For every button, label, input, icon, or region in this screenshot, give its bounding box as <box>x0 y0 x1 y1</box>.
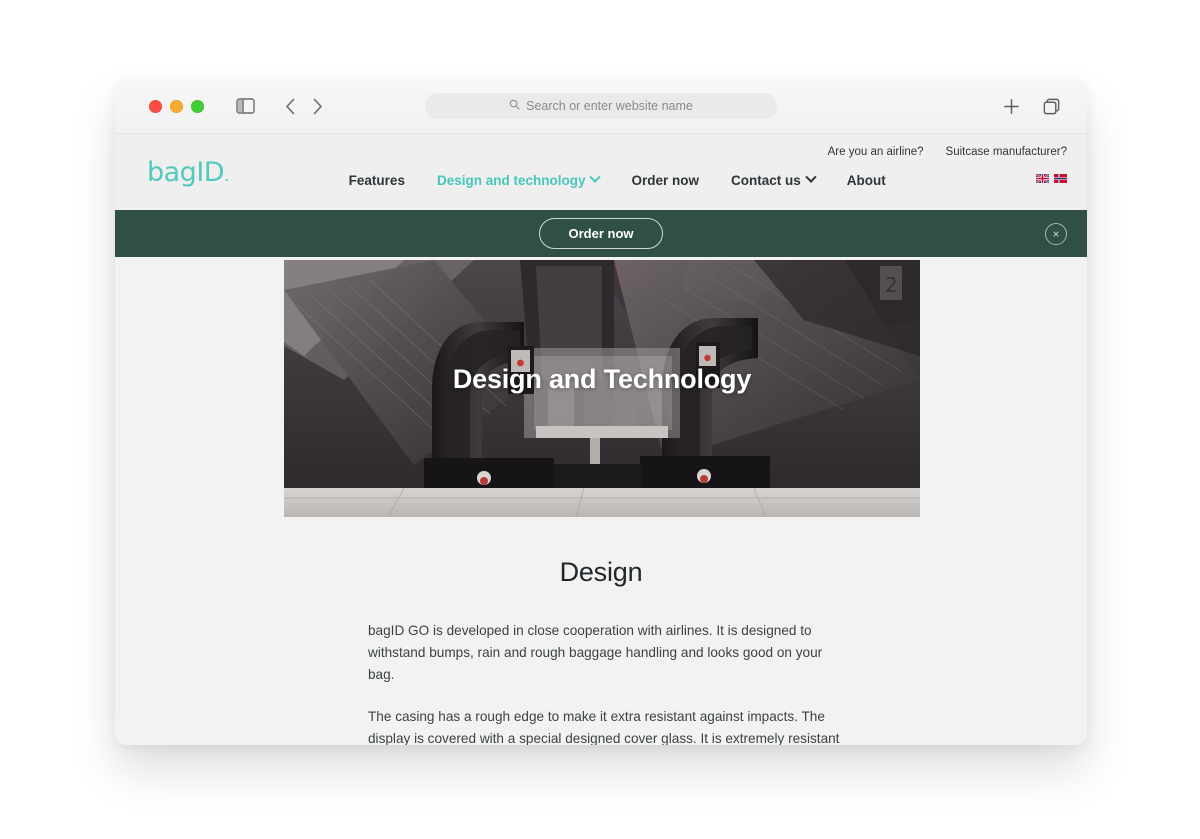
nav-item-features[interactable]: Features <box>349 173 405 188</box>
nav-item-design-and-technology[interactable]: Design and technology <box>436 171 602 188</box>
tabs-icon[interactable] <box>1042 97 1061 116</box>
maximize-window-button[interactable] <box>191 99 204 113</box>
nav-label: Order now <box>631 172 699 188</box>
order-now-button[interactable]: Order now <box>539 218 663 249</box>
site-logo[interactable]: bagID. <box>147 157 229 188</box>
nav-label: Design and technology <box>436 172 586 188</box>
sidebar-toggle-icon[interactable] <box>236 98 255 114</box>
utility-links: Are you an airline? Suitcase manufacture… <box>828 146 1067 158</box>
chevron-down-icon <box>589 171 602 183</box>
back-icon[interactable] <box>285 98 296 115</box>
forward-icon[interactable] <box>312 98 323 115</box>
header-utility-area: Are you an airline? Suitcase manufacture… <box>828 146 1067 183</box>
browser-toolbar: Search or enter website name <box>115 79 1087 134</box>
minimize-window-button[interactable] <box>170 99 183 113</box>
flag-uk-icon[interactable] <box>1036 174 1049 183</box>
utility-link-airline[interactable]: Are you an airline? <box>828 146 924 158</box>
flag-denmark-icon[interactable] <box>1054 174 1067 183</box>
logo-text: bagID <box>147 156 225 188</box>
paragraph-2: The casing has a rough edge to make it e… <box>368 709 840 745</box>
page-title: Design <box>559 557 643 587</box>
main-navigation: Features Design and technology Order now… <box>349 171 886 188</box>
nav-label: Contact us <box>730 172 801 188</box>
nav-item-contact-us[interactable]: Contact us <box>730 171 817 188</box>
browser-window: Search or enter website name bagID. Feat… <box>115 79 1087 745</box>
address-bar[interactable]: Search or enter website name <box>425 93 777 119</box>
nav-label: Features <box>348 172 405 188</box>
site-header: bagID. Features Design and technology Or… <box>115 134 1087 210</box>
paragraph-1: bagID GO is developed in close cooperati… <box>368 623 823 683</box>
body-copy: bagID GO is developed in close cooperati… <box>351 620 851 745</box>
language-flags <box>828 174 1067 183</box>
hero-title: Design and Technology <box>452 364 752 394</box>
address-placeholder: Search or enter website name <box>526 99 693 113</box>
navigation-arrows <box>285 98 323 115</box>
toolbar-right-actions <box>1003 97 1069 116</box>
nav-item-order-now[interactable]: Order now <box>631 173 699 188</box>
close-window-button[interactable] <box>149 99 162 113</box>
close-banner-icon[interactable]: × <box>1045 222 1067 245</box>
chevron-down-icon <box>805 171 817 183</box>
traffic-lights <box>149 99 204 113</box>
design-section: Design bagID GO is developed in close co… <box>115 557 1087 745</box>
hero-image: 2 <box>284 260 920 517</box>
promo-banner: Order now × <box>115 210 1087 257</box>
utility-link-suitcase-manufacturer[interactable]: Suitcase manufacturer? <box>946 146 1067 158</box>
search-icon <box>509 99 520 113</box>
new-tab-icon[interactable] <box>1003 98 1020 115</box>
logo-mark: . <box>224 165 229 185</box>
page-content: 2 <box>115 257 1087 745</box>
